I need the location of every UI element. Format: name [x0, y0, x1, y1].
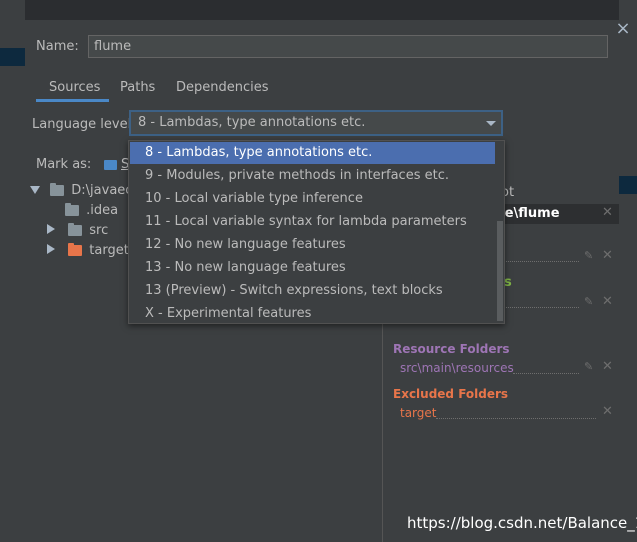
name-label: Name: [36, 39, 79, 54]
name-input[interactable]: flume [88, 35, 608, 58]
close-icon[interactable]: × [615, 18, 631, 39]
active-tab-indicator [36, 99, 109, 102]
scrollbar-thumb[interactable] [497, 221, 503, 321]
tab-sources[interactable]: Sources [49, 80, 100, 95]
chevron-down-icon[interactable] [486, 121, 496, 126]
background-right-strip [619, 0, 637, 542]
resource-folder-path[interactable]: src\main\resources [400, 361, 514, 375]
dropdown-option[interactable]: 9 - Modules, private methods in interfac… [130, 165, 495, 187]
expand-right-icon[interactable] [47, 244, 55, 254]
dropdown-option[interactable]: 8 - Lambdas, type annotations etc. [130, 142, 495, 164]
remove-root-icon[interactable]: ✕ [602, 205, 613, 220]
edit-icon[interactable]: ✎ [584, 249, 593, 262]
dropdown-scrollbar[interactable] [496, 141, 504, 323]
tree-row-idea[interactable]: .idea [65, 203, 118, 223]
dotted-leader [493, 307, 579, 308]
background-project-strip [0, 0, 25, 542]
tree-row-src[interactable]: src [47, 223, 108, 243]
excluded-folder-path[interactable]: target [400, 406, 437, 420]
content-root-path: ce\flume [497, 206, 560, 221]
excluded-folders-title: Excluded Folders [393, 387, 509, 401]
expand-down-icon[interactable] [30, 186, 40, 194]
folder-icon [68, 223, 83, 236]
mark-as-label: Mark as: [36, 157, 92, 172]
dropdown-option[interactable]: 13 (Preview) - Switch expressions, text … [130, 280, 495, 302]
remove-icon[interactable]: ✕ [602, 359, 613, 374]
excluded-folder-icon [68, 243, 83, 256]
language-level-dropdown: 8 - Lambdas, type annotations etc. 9 - M… [128, 140, 505, 324]
remove-icon[interactable]: ✕ [602, 248, 613, 263]
dropdown-option[interactable]: X - Experimental features [130, 303, 495, 325]
remove-icon[interactable]: ✕ [602, 404, 613, 419]
dotted-leader [436, 418, 596, 419]
edit-icon[interactable]: ✎ [584, 360, 593, 373]
language-level-combo[interactable]: 8 - Lambdas, type annotations etc. [129, 110, 503, 136]
dotted-leader [493, 261, 579, 262]
dropdown-option[interactable]: 13 - No new language features [130, 257, 495, 279]
dropdown-option[interactable]: 11 - Local variable syntax for lambda pa… [130, 211, 495, 233]
expand-right-icon[interactable] [47, 224, 55, 234]
tree-item-label: src [89, 223, 109, 238]
sources-folders-title: s [504, 275, 512, 290]
tab-dependencies[interactable]: Dependencies [176, 80, 269, 95]
watermark: https://blog.csdn.net/Balance_1 [407, 514, 637, 532]
sources-folder-icon [104, 160, 117, 170]
background-selection [0, 48, 25, 66]
background-selection-right [619, 176, 637, 194]
dropdown-option[interactable]: 10 - Local variable type inference [130, 188, 495, 210]
tree-row-target[interactable]: target [47, 243, 129, 263]
language-level-label: Language level: [32, 117, 136, 132]
folder-icon [50, 183, 65, 196]
resource-folders-title: Resource Folders [393, 342, 510, 356]
tree-item-label: target [89, 243, 129, 258]
dropdown-option[interactable]: 12 - No new language features [130, 234, 495, 256]
dotted-leader [513, 373, 579, 374]
tab-paths[interactable]: Paths [120, 80, 155, 95]
remove-icon[interactable]: ✕ [602, 294, 613, 309]
folder-icon [65, 203, 79, 216]
language-level-value: 8 - Lambdas, type annotations etc. [138, 115, 366, 130]
edit-icon[interactable]: ✎ [584, 295, 593, 308]
tree-item-label: .idea [86, 203, 119, 218]
